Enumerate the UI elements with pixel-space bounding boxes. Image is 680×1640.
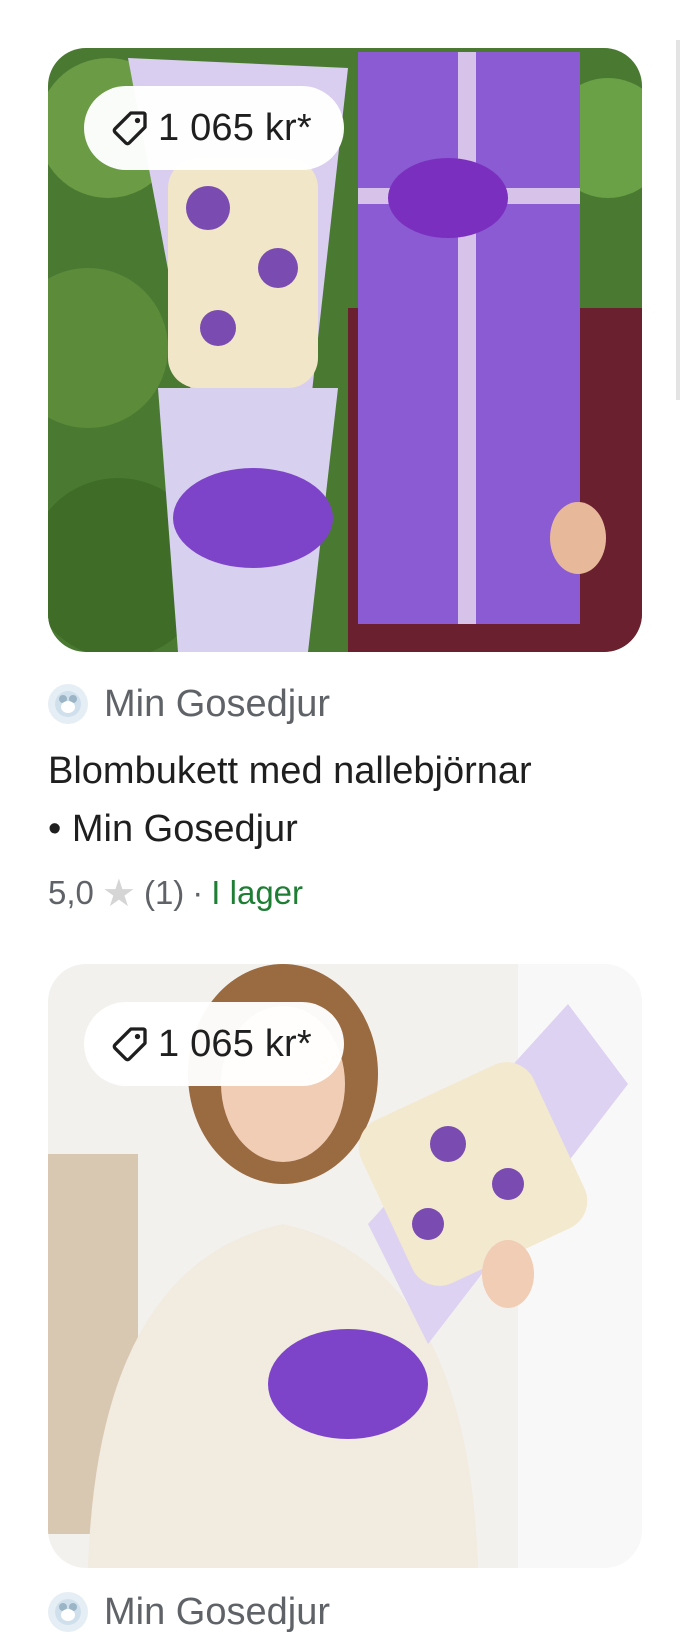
store-row-2[interactable]: Min Gosedjur	[48, 1584, 330, 1640]
store-name-1: Min Gosedjur	[104, 682, 330, 725]
price-text-2: 1 065 kr*	[158, 1022, 312, 1065]
right-edge-divider	[676, 40, 680, 400]
stock-status: I lager	[211, 874, 304, 911]
star-icon: ★	[101, 872, 136, 915]
store-avatar-icon	[48, 1592, 88, 1632]
product-title-line-1: Blombukett med nallebjörnar	[48, 750, 532, 792]
store-row-1[interactable]: Min Gosedjur	[48, 676, 330, 732]
store-avatar-icon	[48, 684, 88, 724]
product-title-line-2: • Min Gosedjur	[48, 808, 298, 850]
price-badge-1: 1 065 kr*	[84, 86, 344, 170]
review-count: (1)	[143, 874, 185, 911]
meta-separator: ·	[192, 874, 204, 911]
rating-row-1: 5,0 ★ (1) · I lager	[48, 868, 303, 918]
rating-value: 5,0	[48, 874, 94, 911]
price-tag-icon	[112, 1027, 147, 1062]
product-title-1[interactable]: Blombukett med nallebjörnar • Min Gosedj…	[48, 742, 658, 858]
price-tag-icon	[112, 111, 147, 146]
price-text-1: 1 065 kr*	[158, 106, 312, 149]
price-badge-2: 1 065 kr*	[84, 1002, 344, 1086]
store-name-2: Min Gosedjur	[104, 1590, 330, 1633]
